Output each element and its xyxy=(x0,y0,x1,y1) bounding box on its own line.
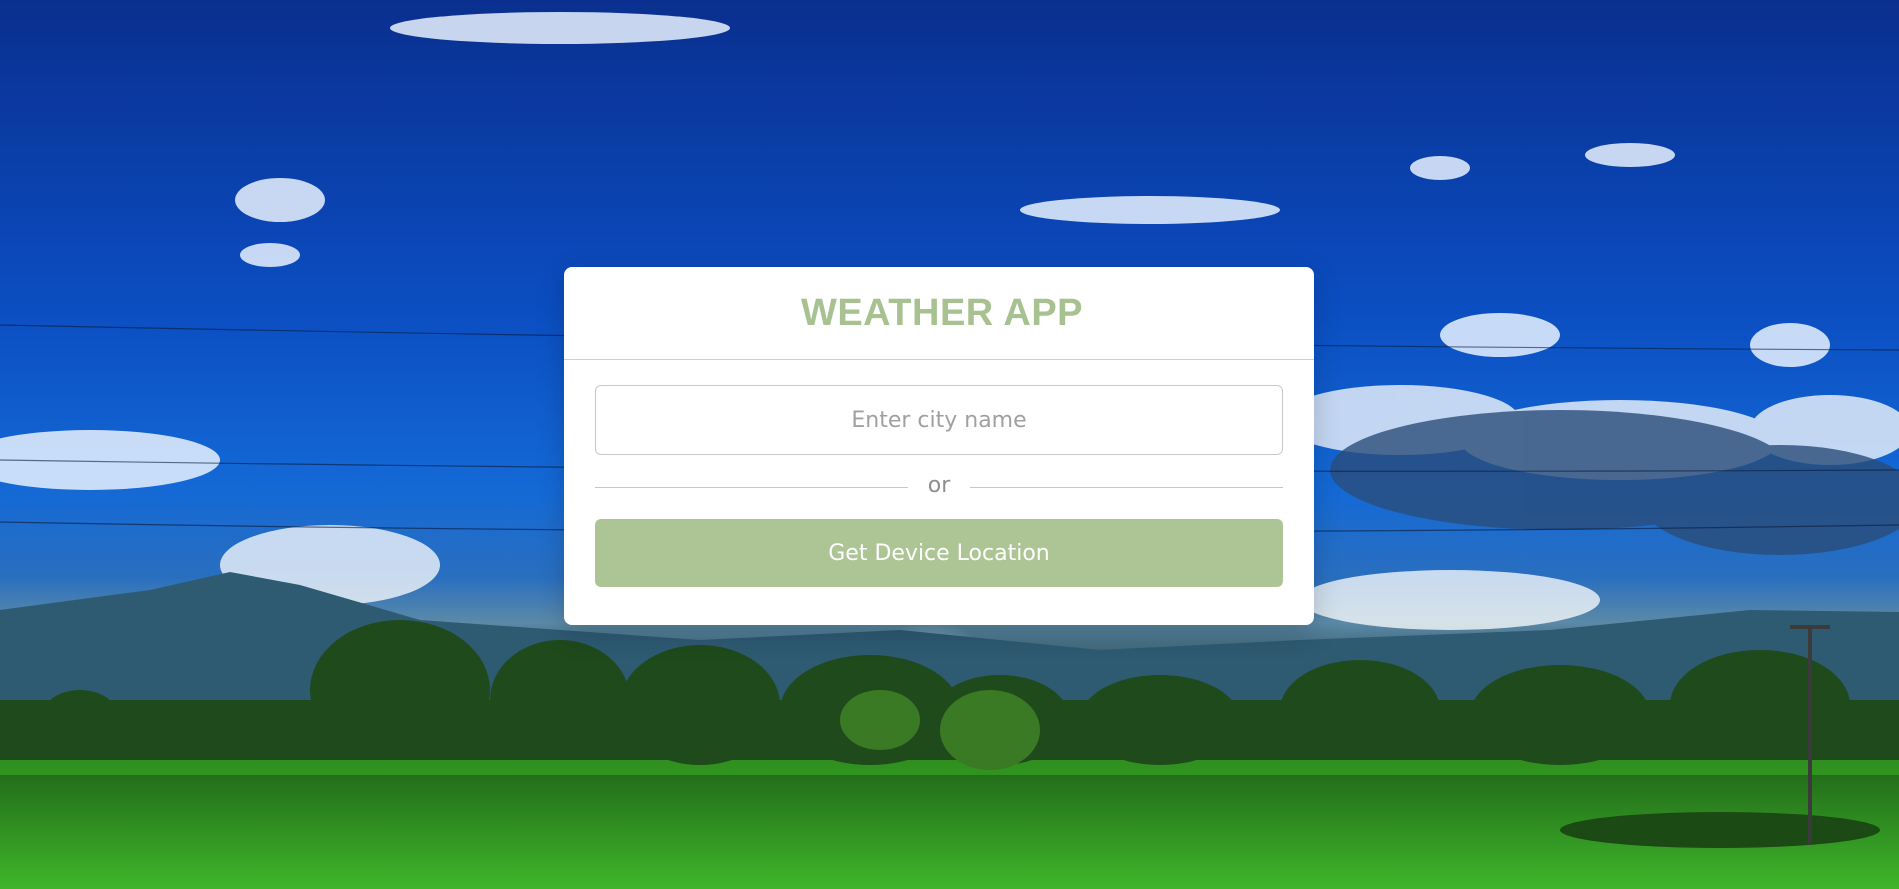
or-divider: or xyxy=(595,455,1284,519)
card-body: or Get Device Location xyxy=(564,360,1314,587)
city-search-input[interactable] xyxy=(595,385,1283,455)
divider-line-left xyxy=(595,486,908,488)
weather-search-card: WEATHER APP or Get Device Location xyxy=(564,267,1314,625)
app-title: WEATHER APP xyxy=(800,291,1084,334)
or-label: or xyxy=(927,473,951,498)
divider-line-right xyxy=(970,486,1284,488)
get-device-location-button[interactable]: Get Device Location xyxy=(595,519,1283,587)
card-header: WEATHER APP xyxy=(564,267,1314,360)
